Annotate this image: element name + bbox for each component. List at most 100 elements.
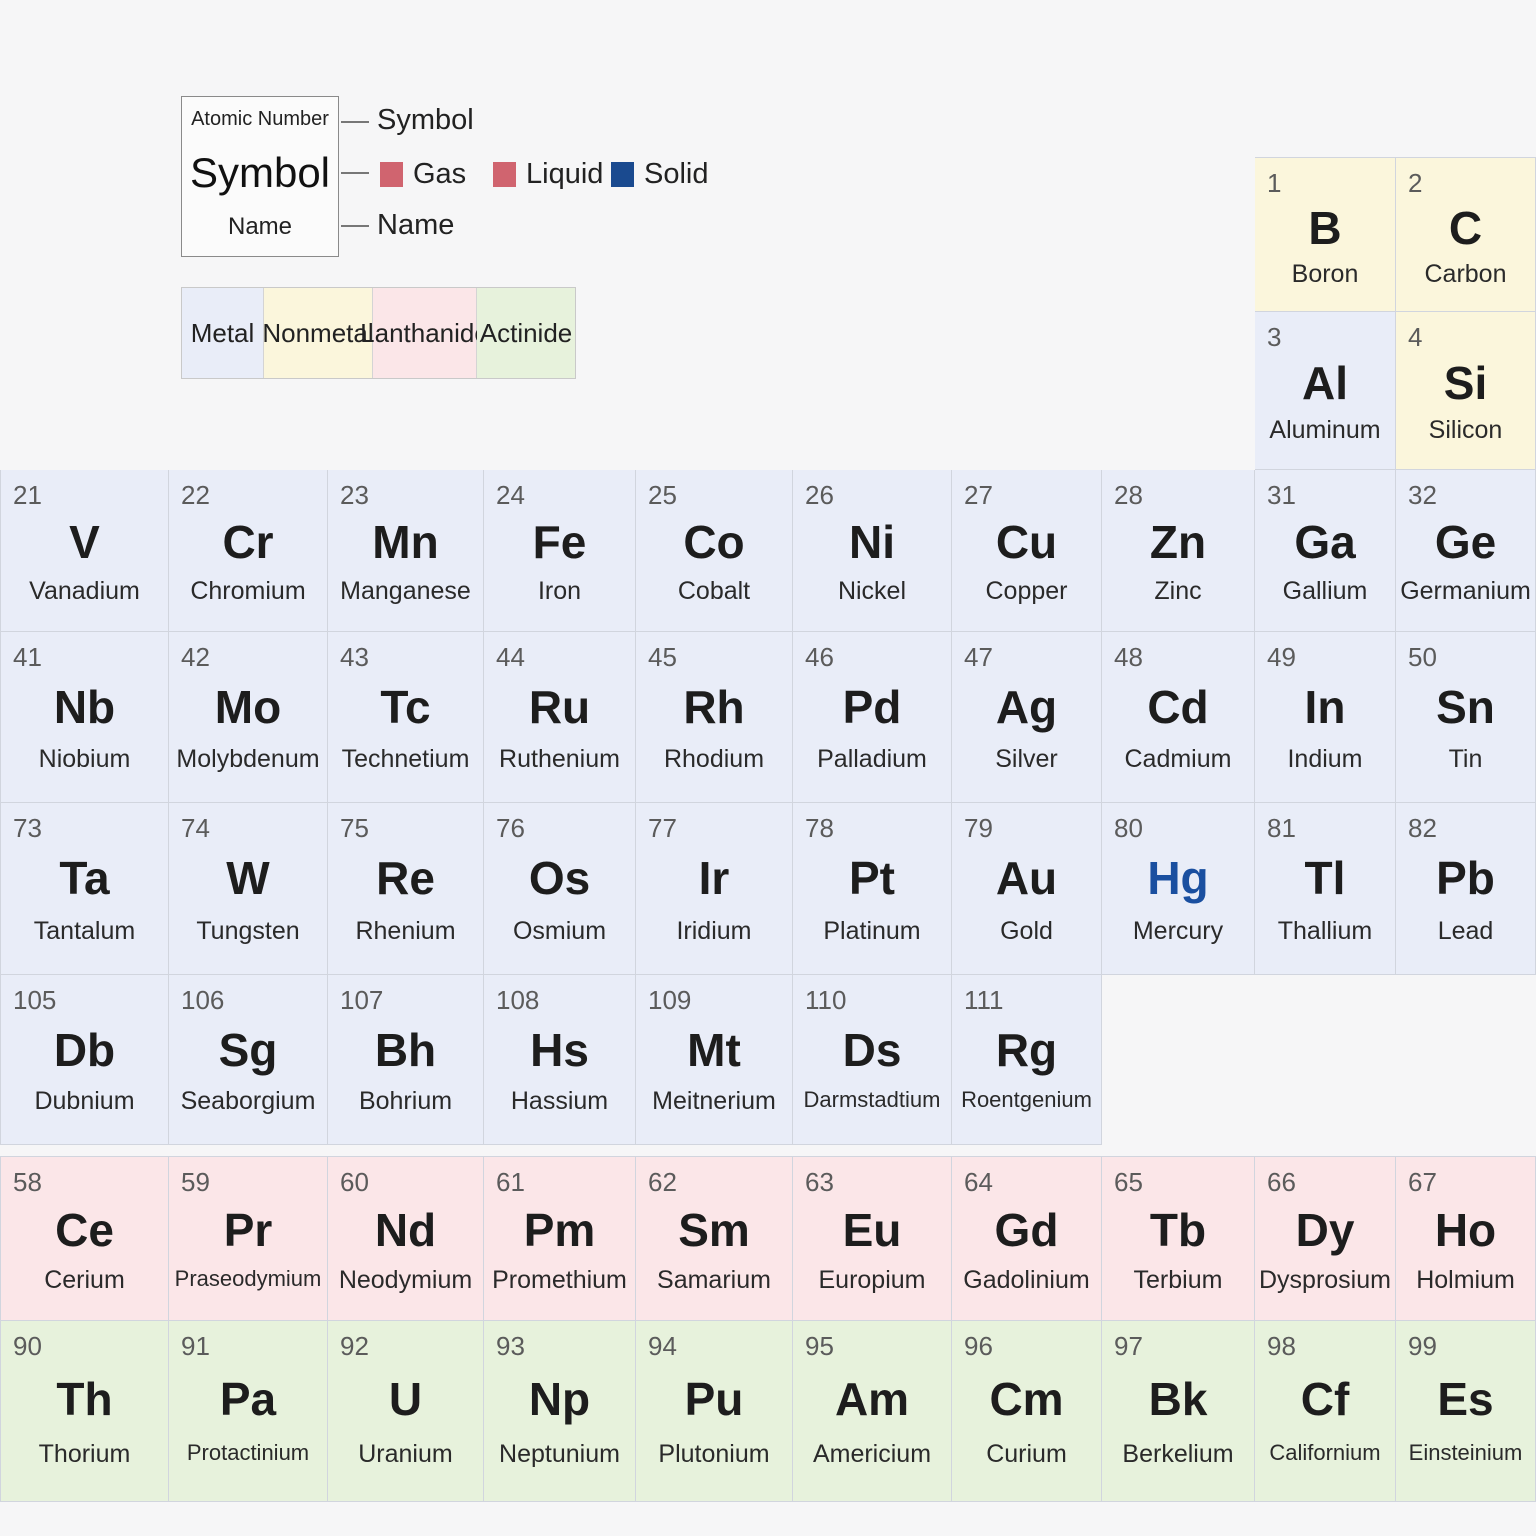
element-symbol: Cf bbox=[1300, 1373, 1350, 1425]
atomic-number: 41 bbox=[13, 642, 42, 672]
element-name: Einsteinium bbox=[1408, 1440, 1523, 1465]
element-name: Cadmium bbox=[1124, 745, 1232, 773]
element-symbol: Rh bbox=[683, 681, 745, 733]
element-name: Iron bbox=[537, 577, 582, 605]
element-symbol: Co bbox=[683, 516, 745, 568]
element-symbol: Pu bbox=[684, 1373, 744, 1425]
element-name: Ruthenium bbox=[499, 745, 620, 773]
element-cell-gadolinium: 64 Gd Gadolinium bbox=[952, 1156, 1102, 1321]
element-cell-germanium: 32 Ge Germanium bbox=[1396, 470, 1536, 632]
element-symbol: Al bbox=[1302, 357, 1348, 409]
element-symbol: In bbox=[1304, 681, 1346, 733]
atomic-number: 62 bbox=[648, 1167, 677, 1197]
atomic-number: 58 bbox=[13, 1167, 42, 1197]
element-cell-manganese: 23 Mn Manganese bbox=[328, 470, 484, 632]
element-cell-iridium: 77 Ir Iridium bbox=[636, 803, 793, 975]
element-symbol: Mn bbox=[372, 516, 439, 568]
element-symbol: Eu bbox=[842, 1204, 902, 1256]
atomic-number: 45 bbox=[648, 642, 677, 672]
element-name: Nickel bbox=[837, 577, 907, 605]
element-cell-zinc: 28 Zn Zinc bbox=[1102, 470, 1255, 632]
element-name: Neodymium bbox=[338, 1266, 473, 1294]
atomic-number: 48 bbox=[1114, 642, 1143, 672]
element-symbol: Hg bbox=[1147, 852, 1209, 904]
atomic-number: 22 bbox=[181, 480, 210, 510]
element-symbol: Sm bbox=[678, 1204, 750, 1256]
element-cell-gold: 79 Au Gold bbox=[952, 803, 1102, 975]
element-name: Germanium bbox=[1400, 577, 1531, 605]
element-name: Seaborgium bbox=[180, 1087, 316, 1115]
atomic-number: 76 bbox=[496, 813, 525, 843]
element-symbol: Nb bbox=[53, 681, 116, 733]
element-cell-silicon: 4 Si Silicon bbox=[1396, 312, 1536, 470]
element-name: Molybdenum bbox=[176, 745, 320, 773]
element-cell-niobium: 41 Nb Niobium bbox=[0, 632, 169, 803]
element-symbol: Db bbox=[53, 1024, 116, 1076]
element-cell-boron: 1 B Boron bbox=[1255, 157, 1396, 312]
element-cell-californium: 98 Cf Californium bbox=[1255, 1321, 1396, 1502]
element-symbol: Re bbox=[376, 852, 435, 904]
element-symbol: Np bbox=[528, 1373, 591, 1425]
element-cell-plutonium: 94 Pu Plutonium bbox=[636, 1321, 793, 1502]
element-name: Lead bbox=[1437, 917, 1494, 945]
element-cell-carbon: 2 C Carbon bbox=[1396, 157, 1536, 312]
element-cell-holmium: 67 Ho Holmium bbox=[1396, 1156, 1536, 1321]
element-name: Palladium bbox=[817, 745, 927, 773]
element-cell-promethium: 61 Pm Promethium bbox=[484, 1156, 636, 1321]
element-name: Europium bbox=[818, 1266, 926, 1294]
atomic-number: 59 bbox=[181, 1167, 210, 1197]
atomic-number: 46 bbox=[805, 642, 834, 672]
element-cell-darmstadtium: 110 Ds Darmstadtium bbox=[793, 975, 952, 1145]
element-name: Dysprosium bbox=[1259, 1266, 1391, 1294]
element-symbol: Bk bbox=[1148, 1373, 1208, 1425]
atomic-number: 66 bbox=[1267, 1167, 1296, 1197]
atomic-number: 73 bbox=[13, 813, 42, 843]
atomic-number: 92 bbox=[340, 1331, 369, 1361]
element-symbol: V bbox=[69, 516, 100, 568]
element-symbol: Cr bbox=[222, 516, 274, 568]
atomic-number: 23 bbox=[340, 480, 369, 510]
atomic-number: 42 bbox=[181, 642, 210, 672]
atomic-number: 26 bbox=[805, 480, 834, 510]
element-cell-molybdenum: 42 Mo Molybdenum bbox=[169, 632, 328, 803]
element-name: Samarium bbox=[657, 1266, 771, 1294]
element-name: Silicon bbox=[1428, 416, 1503, 444]
atomic-number: 77 bbox=[648, 813, 677, 843]
atomic-number: 25 bbox=[648, 480, 677, 510]
element-cell-thorium: 90 Th Thorium bbox=[0, 1321, 169, 1502]
element-symbol: Zn bbox=[1149, 516, 1207, 568]
element-symbol: Rg bbox=[995, 1024, 1058, 1076]
element-name: Terbium bbox=[1133, 1266, 1223, 1294]
element-name: Manganese bbox=[340, 577, 471, 605]
element-name: Aluminum bbox=[1269, 416, 1381, 444]
atomic-number: 94 bbox=[648, 1331, 677, 1361]
element-cell-hassium: 108 Hs Hassium bbox=[484, 975, 636, 1145]
element-symbol: Ir bbox=[698, 852, 730, 904]
element-name: Hassium bbox=[510, 1087, 609, 1115]
element-name: Tin bbox=[1448, 745, 1483, 773]
element-symbol: Sg bbox=[218, 1024, 278, 1076]
element-name: Vanadium bbox=[29, 577, 140, 605]
atomic-number: 90 bbox=[13, 1331, 42, 1361]
element-cell-mercury: 80 Hg Mercury bbox=[1102, 803, 1255, 975]
element-symbol: B bbox=[1308, 202, 1342, 254]
element-cell-rhodium: 45 Rh Rhodium bbox=[636, 632, 793, 803]
periodic-table-grid: 1 B Boron 2 C Carbon 3 Al Aluminum 4 Si Silicon 21 V V… bbox=[0, 0, 1536, 1536]
element-cell-vanadium: 21 V Vanadium bbox=[0, 470, 169, 632]
element-cell-chromium: 22 Cr Chromium bbox=[169, 470, 328, 632]
element-cell-tungsten: 74 W Tungsten bbox=[169, 803, 328, 975]
element-symbol: Ag bbox=[995, 681, 1058, 733]
element-name: Mercury bbox=[1132, 917, 1224, 945]
element-name: Copper bbox=[985, 577, 1068, 605]
element-name: Technetium bbox=[341, 745, 470, 773]
element-cell-palladium: 46 Pd Palladium bbox=[793, 632, 952, 803]
element-symbol: Pd bbox=[842, 681, 902, 733]
element-cell-platinum: 78 Pt Platinum bbox=[793, 803, 952, 975]
element-cell-lead: 82 Pb Lead bbox=[1396, 803, 1536, 975]
atomic-number: 4 bbox=[1408, 322, 1423, 352]
atomic-number: 107 bbox=[340, 985, 384, 1015]
atomic-number: 109 bbox=[648, 985, 692, 1015]
atomic-number: 63 bbox=[805, 1167, 834, 1197]
element-name: Protactinium bbox=[186, 1440, 310, 1465]
element-name: Gadolinium bbox=[963, 1266, 1090, 1294]
